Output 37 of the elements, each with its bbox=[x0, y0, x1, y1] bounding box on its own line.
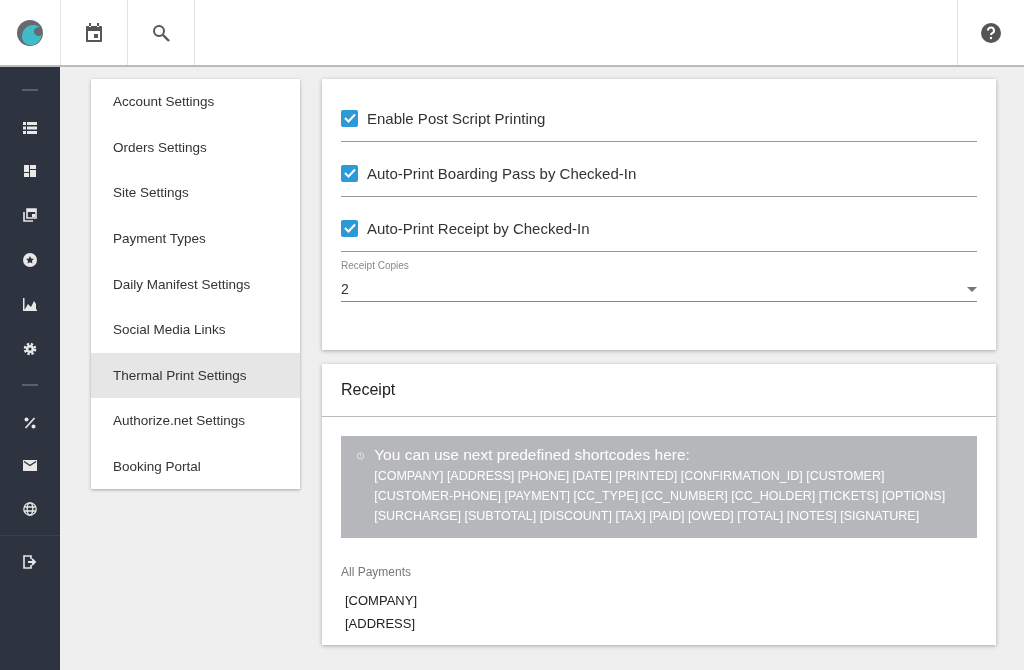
card-title: Receipt bbox=[322, 364, 996, 417]
logout-icon[interactable] bbox=[23, 555, 37, 569]
mail-icon[interactable] bbox=[23, 460, 37, 471]
settings-menu-item[interactable]: Payment Types bbox=[91, 215, 300, 262]
checkbox-label: Auto-Print Boarding Pass by Checked-In bbox=[367, 164, 637, 182]
field-label: Receipt Copies bbox=[341, 260, 410, 271]
template-field[interactable]: [COMPANY] [ADDRESS] bbox=[341, 579, 977, 645]
star-circle-icon[interactable] bbox=[23, 253, 37, 267]
help-icon[interactable] bbox=[981, 22, 1001, 43]
settings-menu-item[interactable]: Daily Manifest Settings bbox=[91, 261, 300, 307]
calendar-icon[interactable] bbox=[85, 22, 103, 43]
checkbox[interactable] bbox=[341, 164, 358, 182]
settings-menu-item[interactable]: Social Media Links bbox=[91, 306, 300, 353]
field-label: All Payments bbox=[341, 565, 413, 579]
globe-icon[interactable] bbox=[23, 502, 37, 516]
checkbox-label: Auto-Print Receipt by Checked-In bbox=[367, 219, 590, 237]
checkbox-label: Enable Post Script Printing bbox=[367, 109, 546, 127]
percent-icon[interactable] bbox=[24, 417, 36, 429]
settings-menu-item[interactable]: Authorize.net Settings bbox=[91, 398, 300, 444]
settings-menu-item[interactable]: Booking Portal bbox=[91, 443, 300, 490]
settings-menu-item[interactable]: Orders Settings bbox=[91, 124, 300, 171]
receipt-copies-select[interactable]: 2 bbox=[341, 271, 977, 302]
dashboard-icon[interactable] bbox=[24, 165, 36, 177]
settings-menu-item[interactable]: Site Settings bbox=[91, 170, 300, 216]
wave-logo-icon[interactable] bbox=[16, 18, 44, 47]
search-icon[interactable] bbox=[152, 23, 170, 42]
dropdown-caret-icon bbox=[967, 286, 977, 292]
settings-icon[interactable] bbox=[23, 342, 37, 356]
chart-icon[interactable] bbox=[23, 298, 37, 311]
checkbox[interactable] bbox=[341, 109, 358, 127]
settings-menu-item[interactable]: Account Settings bbox=[91, 79, 300, 125]
settings-menu-item[interactable]: Thermal Print Settings bbox=[91, 352, 300, 399]
info-title: You can use next predefined shortcodes here: bbox=[374, 446, 691, 464]
checkbox[interactable] bbox=[341, 219, 358, 237]
list-icon[interactable] bbox=[23, 122, 37, 134]
calendar-stack-icon[interactable] bbox=[23, 208, 37, 222]
info-text: [COMPANY] [ADDRESS] [PHONE] [DATE] [PRINTED] [CONFIRMATION_ID] [CUSTOMER] [CUSTOMER-PHONE] [PAYMENT] [CC_TYPE] [CC_NUMBER] [CC_HOLDER] [TICKETS] [OPTIONS] [SURCHARGE] [SUBTOTAL] [DISCOUNT] [TAX] [PAID] [OWED] [TOTAL] [NOTES] [SIGNATURE] bbox=[374, 468, 947, 525]
